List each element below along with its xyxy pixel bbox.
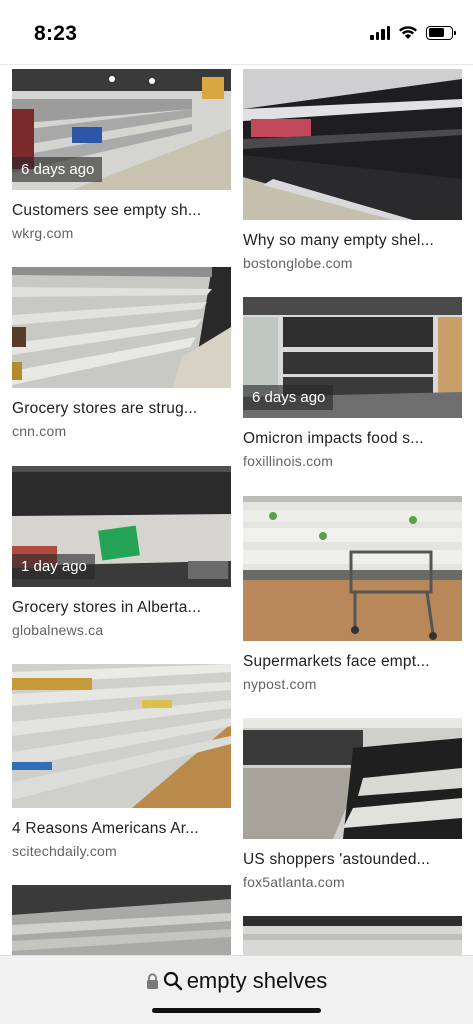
image-result-card[interactable]: 6 days ago Omicron impacts food s... fox… bbox=[243, 297, 462, 469]
result-age-badge: 6 days ago bbox=[243, 385, 334, 410]
result-source[interactable]: fox5atlanta.com bbox=[243, 874, 462, 890]
divider bbox=[0, 64, 473, 65]
result-image[interactable] bbox=[243, 916, 462, 955]
result-image[interactable] bbox=[12, 885, 231, 955]
result-source[interactable]: globalnews.ca bbox=[12, 622, 231, 638]
lock-icon bbox=[146, 972, 158, 989]
result-source[interactable]: cnn.com bbox=[12, 423, 231, 439]
result-source[interactable]: scitechdaily.com bbox=[12, 843, 231, 859]
result-title[interactable]: 4 Reasons Americans Ar... bbox=[12, 820, 231, 838]
result-image[interactable] bbox=[12, 664, 231, 808]
result-image[interactable] bbox=[243, 718, 462, 839]
home-indicator[interactable] bbox=[152, 1008, 321, 1013]
image-result-card[interactable]: Why so many empty shel... bostonglobe.co… bbox=[243, 69, 462, 271]
search-icon bbox=[163, 971, 182, 991]
result-source[interactable]: wkrg.com bbox=[12, 225, 231, 241]
image-result-card[interactable]: 4 Reasons Americans Ar... scitechdaily.c… bbox=[12, 664, 231, 859]
result-title[interactable]: Customers see empty sh... bbox=[12, 202, 231, 220]
image-result-card[interactable]: US shoppers 'astounded... fox5atlanta.co… bbox=[243, 718, 462, 890]
wifi-icon bbox=[399, 26, 417, 39]
result-title[interactable]: Grocery stores are strug... bbox=[12, 400, 231, 418]
result-image[interactable] bbox=[12, 267, 231, 388]
result-title[interactable]: Grocery stores in Alberta... bbox=[12, 599, 231, 617]
search-query[interactable]: empty shelves bbox=[187, 968, 328, 994]
image-result-card[interactable]: Grocery stores are strug... cnn.com bbox=[12, 267, 231, 439]
result-title[interactable]: Supermarkets face empt... bbox=[243, 653, 462, 671]
result-image[interactable] bbox=[243, 496, 462, 641]
image-result-card[interactable]: 6 days ago Customers see empty sh... wkr… bbox=[12, 69, 231, 241]
result-image[interactable]: 6 days ago bbox=[12, 69, 231, 190]
result-image[interactable] bbox=[243, 69, 462, 220]
battery-level bbox=[428, 28, 444, 37]
result-source[interactable]: nypost.com bbox=[243, 676, 462, 692]
result-age-badge: 6 days ago bbox=[12, 157, 103, 182]
battery-icon bbox=[426, 25, 456, 40]
result-age-badge: 1 day ago bbox=[12, 554, 95, 579]
result-source[interactable]: foxillinois.com bbox=[243, 453, 462, 469]
browser-bottom-bar: empty shelves bbox=[0, 955, 473, 1024]
status-bar: 8:23 bbox=[0, 0, 473, 64]
result-source[interactable]: bostonglobe.com bbox=[243, 255, 462, 271]
image-result-card[interactable]: 1 day ago Grocery stores in Alberta... g… bbox=[12, 466, 231, 638]
address-bar[interactable]: empty shelves bbox=[0, 968, 473, 994]
result-title[interactable]: US shoppers 'astounded... bbox=[243, 851, 462, 869]
image-result-card[interactable] bbox=[12, 885, 231, 955]
result-title[interactable]: Omicron impacts food s... bbox=[243, 430, 462, 448]
result-image[interactable]: 6 days ago bbox=[243, 297, 462, 418]
image-result-card[interactable] bbox=[243, 916, 462, 955]
signal-icon bbox=[370, 25, 390, 40]
result-title[interactable]: Why so many empty shel... bbox=[243, 232, 462, 250]
status-time: 8:23 bbox=[34, 22, 78, 45]
status-icons bbox=[370, 25, 456, 40]
result-image[interactable]: 1 day ago bbox=[12, 466, 231, 587]
image-result-card[interactable]: Supermarkets face empt... nypost.com bbox=[243, 496, 462, 692]
